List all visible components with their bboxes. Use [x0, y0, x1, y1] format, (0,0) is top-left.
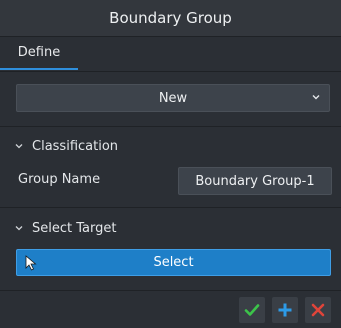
divider [0, 290, 341, 291]
group-name-field[interactable]: Boundary Group-1 [178, 167, 332, 195]
select-target-button[interactable]: Select [16, 249, 331, 276]
cursor-arrow-icon [25, 255, 37, 271]
select-target-button-label: Select [153, 255, 194, 270]
chevron-down-icon [15, 226, 23, 231]
select-target-header[interactable]: Select Target [14, 218, 116, 238]
divider [0, 207, 341, 208]
mode-dropdown-value: New [158, 90, 188, 106]
plus-icon [278, 303, 292, 317]
tab-bar: Define [0, 37, 341, 72]
classification-header[interactable]: Classification [14, 136, 118, 156]
divider [0, 126, 341, 127]
classification-header-label: Classification [32, 138, 119, 154]
boundary-group-dialog: Boundary Group Define New Classification… [0, 0, 341, 328]
mode-dropdown[interactable]: New [16, 84, 330, 112]
close-icon [311, 303, 325, 317]
apply-button[interactable] [272, 297, 298, 323]
checkmark-icon [244, 304, 260, 316]
tab-define[interactable]: Define [0, 37, 78, 70]
ok-button[interactable] [239, 297, 265, 323]
group-name-label: Group Name [18, 172, 101, 187]
cancel-button[interactable] [305, 297, 331, 323]
chevron-down-icon [15, 144, 23, 149]
select-target-header-label: Select Target [32, 220, 117, 236]
chevron-down-icon [312, 95, 320, 100]
dialog-title: Boundary Group [0, 0, 341, 37]
